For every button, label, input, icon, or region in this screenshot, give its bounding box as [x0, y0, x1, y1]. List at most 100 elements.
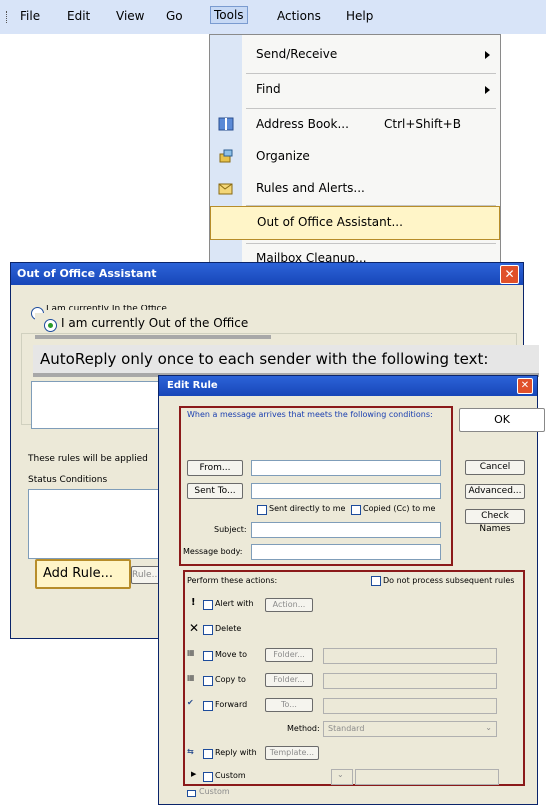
template-button[interactable]: Template... — [265, 746, 319, 760]
organize-icon — [219, 149, 233, 163]
message-body-label: Message body: — [183, 547, 243, 556]
forward-icon: ✔ — [187, 698, 194, 707]
expand-arrow-icon: ▶ — [191, 770, 197, 778]
action-button[interactable]: Action... — [265, 598, 313, 612]
radio-in-office-label: I am currently In the Office — [46, 305, 167, 310]
menu-item-out-of-office[interactable]: Out of Office Assistant... — [210, 206, 500, 240]
move-to-checkbox[interactable] — [203, 651, 213, 661]
edit-rule-titlebar: Edit Rule ✕ — [159, 376, 537, 396]
sent-directly-checkbox[interactable] — [257, 505, 267, 515]
edit-rule-dialog: Edit Rule ✕ When a message arrives that … — [158, 375, 545, 805]
menu-item-send-receive[interactable]: Send/Receive — [210, 39, 500, 71]
check-names-button[interactable]: Check Names — [465, 509, 525, 534]
custom2-label: Custom — [199, 788, 230, 794]
dialog-titlebar: Out of Office Assistant ✕ — [11, 263, 523, 285]
add-rule-button[interactable]: Add Rule... — [35, 559, 131, 589]
forward-checkbox[interactable] — [203, 701, 213, 711]
copy-icon: ▦ — [187, 673, 195, 682]
menu-actions[interactable]: Actions — [277, 9, 321, 23]
sent-to-field[interactable] — [251, 483, 441, 499]
toolbar-grip[interactable] — [6, 11, 10, 23]
delete-label: Delete — [215, 624, 242, 633]
menu-bar: File Edit View Go Tools Actions Help — [0, 0, 546, 34]
reply-with-checkbox[interactable] — [203, 749, 213, 759]
copied-label: Copied (Cc) to me — [363, 504, 436, 513]
close-icon[interactable]: ✕ — [500, 265, 519, 284]
forward-label: Forward — [215, 700, 248, 709]
advanced-button[interactable]: Advanced... — [465, 484, 525, 499]
menu-item-shortcut: Ctrl+Shift+B — [384, 117, 461, 131]
alert-icon: ! — [191, 597, 196, 608]
edit-rule-title: Edit Rule — [167, 380, 218, 391]
from-field[interactable] — [251, 460, 441, 476]
copy-folder-button[interactable]: Folder... — [265, 673, 313, 687]
menu-item-label: Address Book... — [256, 117, 349, 131]
copy-folder-field[interactable] — [323, 673, 497, 689]
actions-header: Perform these actions: — [187, 576, 278, 585]
method-label: Method: — [287, 724, 320, 733]
delete-checkbox[interactable] — [203, 625, 213, 635]
menu-item-label: Send/Receive — [256, 47, 338, 61]
menu-item-label: Rules and Alerts... — [256, 181, 365, 195]
from-button[interactable]: From... — [187, 460, 243, 476]
menu-item-find[interactable]: Find — [210, 74, 500, 106]
address-book-icon — [218, 117, 234, 131]
custom-select[interactable]: ⌄ — [331, 769, 353, 785]
chevron-down-icon: ⌄ — [485, 723, 492, 732]
menu-item-label: Out of Office Assistant... — [257, 215, 403, 229]
submenu-arrow-icon — [485, 51, 490, 59]
menu-item-organize[interactable]: Organize — [210, 141, 500, 173]
menu-go[interactable]: Go — [166, 9, 183, 23]
message-body-field[interactable] — [251, 544, 441, 560]
menu-item-address-book[interactable]: Address Book... Ctrl+Shift+B — [210, 109, 500, 141]
menu-help[interactable]: Help — [346, 9, 373, 23]
method-select[interactable]: Standard ⌄ — [323, 721, 497, 737]
add-rule-label: Add Rule... — [43, 566, 113, 581]
move-icon: ▦ — [187, 648, 195, 657]
subject-label: Subject: — [214, 525, 247, 534]
copy-to-label: Copy to — [215, 675, 246, 684]
move-folder-button[interactable]: Folder... — [265, 648, 313, 662]
forward-to-button[interactable]: To... — [265, 698, 313, 712]
method-value: Standard — [328, 724, 365, 733]
reply-icon: ⇆ — [187, 747, 194, 756]
rules-list[interactable] — [28, 489, 170, 559]
autoreply-label: AutoReply only once to each sender with … — [40, 350, 489, 368]
delete-icon: ✕ — [189, 621, 200, 635]
custom-label: Custom — [215, 771, 246, 780]
radio-out-office[interactable] — [44, 319, 57, 332]
menu-item-label: Find — [256, 82, 281, 96]
chevron-down-icon: ⌄ — [337, 770, 344, 779]
custom-field[interactable] — [355, 769, 499, 785]
subject-field[interactable] — [251, 522, 441, 538]
conditions-header: When a message arrives that meets the fo… — [187, 410, 433, 419]
radio-out-office-label: I am currently Out of the Office — [61, 316, 249, 330]
menu-file[interactable]: File — [20, 9, 40, 23]
do-not-process-label: Do not process subsequent rules — [383, 576, 515, 585]
submenu-arrow-icon — [485, 86, 490, 94]
forward-to-field[interactable] — [323, 698, 497, 714]
copy-to-checkbox[interactable] — [203, 676, 213, 686]
rules-icon — [218, 183, 233, 195]
move-folder-field[interactable] — [323, 648, 497, 664]
menu-item-label: Organize — [256, 149, 310, 163]
rules-label: These rules will be applied — [28, 454, 148, 464]
copied-checkbox[interactable] — [351, 505, 361, 515]
menu-tools[interactable]: Tools — [210, 6, 248, 24]
rule-button[interactable]: Rule... — [131, 566, 161, 584]
do-not-process-checkbox[interactable] — [371, 576, 381, 586]
menu-item-rules-and-alerts[interactable]: Rules and Alerts... — [210, 173, 500, 205]
dialog-title: Out of Office Assistant — [17, 267, 157, 280]
menu-view[interactable]: View — [116, 9, 144, 23]
reply-with-label: Reply with — [215, 748, 257, 757]
rules-columns: Status Conditions — [28, 475, 108, 485]
sent-directly-label: Sent directly to me — [269, 504, 346, 513]
menu-edit[interactable]: Edit — [67, 9, 90, 23]
custom-checkbox[interactable] — [203, 772, 213, 782]
close-icon[interactable]: ✕ — [517, 378, 533, 394]
sent-to-button[interactable]: Sent To... — [187, 483, 243, 499]
custom2-checkbox[interactable] — [187, 790, 196, 797]
cancel-button[interactable]: Cancel — [465, 460, 525, 475]
alert-with-checkbox[interactable] — [203, 600, 213, 610]
ok-button[interactable]: OK — [459, 408, 545, 432]
